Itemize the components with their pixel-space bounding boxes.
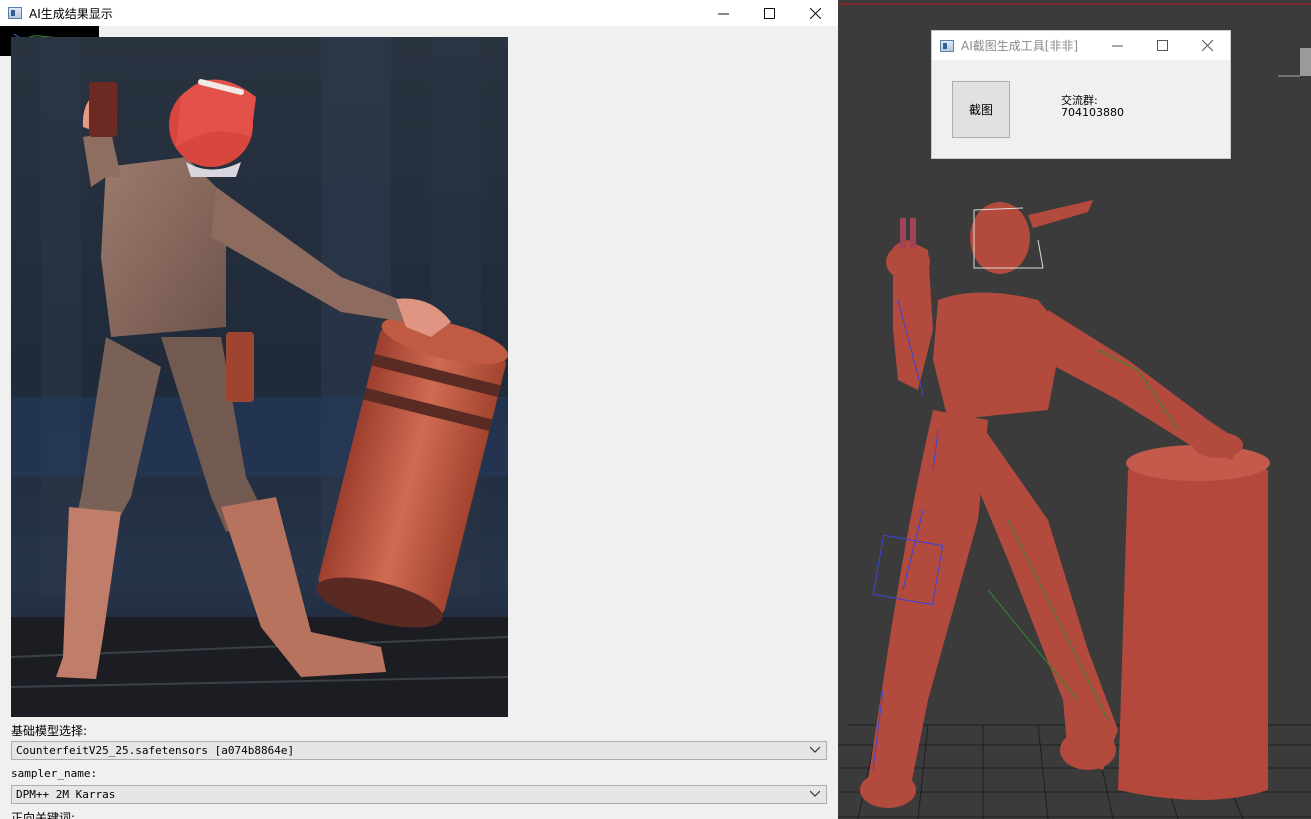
ai-result-window: AI生成结果显示 基础模型选择: CounterfeitV25_25.safet…: [0, 0, 838, 819]
tool-maximize-button[interactable]: [1140, 31, 1185, 60]
model-select-label: 基础模型选择:: [11, 724, 88, 738]
close-icon: [1202, 40, 1213, 51]
model-select[interactable]: CounterfeitV25_25.safetensors [a074b8864…: [11, 741, 827, 760]
app-window-icon: [8, 7, 22, 19]
tool-window-title: AI截图生成工具[非非]: [961, 39, 1079, 53]
capture-button[interactable]: 截图: [952, 81, 1010, 138]
close-icon: [809, 7, 821, 19]
sampler-select[interactable]: DPM++ 2M Karras: [11, 785, 827, 804]
prompt-label: 正向关键词:: [11, 811, 76, 819]
result-titlebar[interactable]: AI生成结果显示: [0, 0, 838, 26]
minimize-icon: [717, 13, 729, 14]
maximize-icon: [1157, 40, 1168, 51]
tool-close-button[interactable]: [1185, 31, 1230, 60]
app-window-icon: [940, 39, 954, 52]
chevron-down-icon: [810, 790, 820, 797]
maximize-button[interactable]: [746, 0, 792, 26]
model-select-value: CounterfeitV25_25.safetensors [a074b8864…: [16, 744, 295, 757]
result-window-title: AI生成结果显示: [29, 6, 113, 21]
chevron-down-icon: [810, 746, 820, 753]
close-button[interactable]: [792, 0, 838, 26]
screenshot-tool-window: AI截图生成工具[非非] 截图 交流群: 704103880: [931, 30, 1231, 159]
generated-image: [11, 37, 508, 717]
minimize-icon: [1112, 45, 1123, 47]
group-number: 704103880: [1061, 106, 1124, 119]
minimize-button[interactable]: [700, 0, 746, 26]
tool-titlebar[interactable]: AI截图生成工具[非非]: [932, 31, 1230, 60]
sampler-select-value: DPM++ 2M Karras: [16, 788, 116, 801]
tool-minimize-button[interactable]: [1095, 31, 1140, 60]
sampler-select-label: sampler_name:: [11, 767, 98, 780]
maximize-icon: [763, 7, 775, 19]
